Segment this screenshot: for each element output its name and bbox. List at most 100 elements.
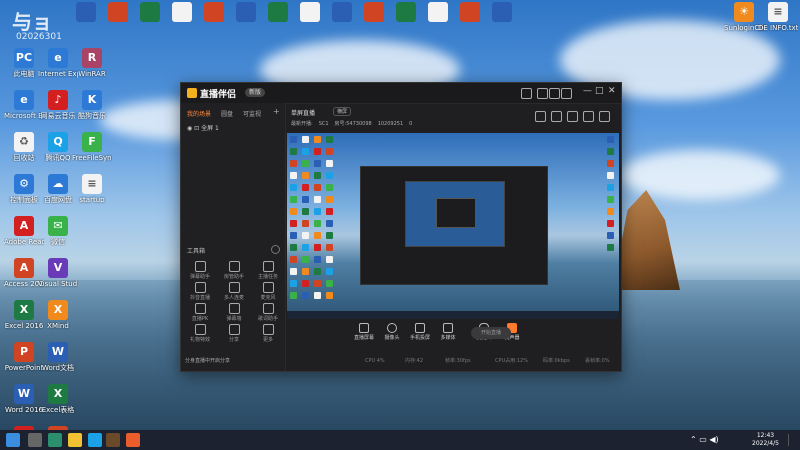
tool-item[interactable]: 更多 <box>251 324 285 350</box>
bell-icon[interactable] <box>583 111 594 122</box>
tool-icon <box>228 324 240 335</box>
desktop-icon[interactable]: ≡ startup <box>72 172 112 218</box>
file-icon <box>428 2 448 22</box>
start-icon[interactable] <box>6 433 20 447</box>
desktop-icon[interactable]: F FreeFileSync <box>72 130 112 176</box>
preview-icon <box>607 208 614 215</box>
camera-button[interactable]: 摄像头 <box>379 323 405 342</box>
status-bitrate: 码率:0kbps <box>543 358 570 364</box>
tab-my-scenes[interactable]: 我的场景 <box>187 109 211 118</box>
start-live-button[interactable]: 开始直播 <box>471 327 511 339</box>
folder-icon[interactable] <box>68 433 82 447</box>
preview-icon <box>607 160 614 167</box>
toolbox-more-icon[interactable] <box>271 245 280 254</box>
preview-icon <box>302 148 309 155</box>
desktop-icon-glyph: X <box>14 300 34 320</box>
desktop-icon[interactable]: ✉ 微信 <box>38 214 78 260</box>
file-icon <box>204 2 224 22</box>
tool-item[interactable]: 礼物特效 <box>183 324 217 350</box>
desktop-icon[interactable]: X XMind <box>38 298 78 344</box>
scene-item[interactable]: ◉ ⊡ 全屏 1 <box>187 123 219 132</box>
store-icon[interactable] <box>88 433 102 447</box>
desktop-icon-label: DE INFO.txt <box>758 24 798 32</box>
preview-icon <box>314 280 321 287</box>
preview-nested-window <box>360 166 548 285</box>
file-icon <box>172 2 192 22</box>
tab-disk[interactable]: 圆盘 <box>221 109 233 118</box>
room-badge[interactable]: 横屏 <box>333 107 352 116</box>
desktop-icon-glyph: ♻ <box>14 132 34 152</box>
tool-item[interactable]: 分享 <box>217 324 251 350</box>
tool-label: 更多 <box>262 337 273 343</box>
preview-icon <box>290 208 297 215</box>
preview-icon <box>607 184 614 191</box>
preview-icon <box>607 136 614 143</box>
file-icon <box>140 2 160 22</box>
file-icon <box>268 2 288 22</box>
desktop-icon[interactable]: W Word文档 <box>38 340 78 386</box>
preview-icon <box>326 292 333 299</box>
message-icon[interactable] <box>549 88 560 99</box>
app-taskbar-icon[interactable] <box>126 433 140 447</box>
clock[interactable]: 12:43 2022/4/5 <box>752 432 779 448</box>
meta-label: 最新开播: <box>291 121 313 127</box>
desktop-icon[interactable]: K 酷狗音乐 <box>72 88 112 134</box>
layout-icon[interactable] <box>535 111 546 122</box>
screen-capture-button[interactable]: 直播屏幕 <box>351 323 377 342</box>
tab-monitor[interactable]: 可监视 <box>243 109 261 118</box>
preview-icon <box>302 208 309 215</box>
preview-icon <box>290 136 297 143</box>
record-icon[interactable] <box>551 111 562 122</box>
desktop-file-icon[interactable] <box>482 0 522 46</box>
live-preview[interactable] <box>287 133 619 319</box>
title-bar[interactable]: 直播伴侣 新版 — □ ✕ <box>181 83 621 104</box>
desktop-icon[interactable]: ≡ DE INFO.txt <box>758 0 798 46</box>
tool-icon <box>262 324 274 335</box>
app-name: 直播伴侣 <box>200 90 237 100</box>
meta-room-id: 房号:54730098 <box>334 121 372 127</box>
preview-icon <box>607 196 614 203</box>
file-icon <box>108 2 128 22</box>
maximize-button[interactable]: □ <box>595 86 604 96</box>
taskbar: ⌃ ▭ ◀) 12:43 2022/4/5 <box>0 430 800 450</box>
gear-icon[interactable] <box>599 111 610 122</box>
meta-number: 10209251 <box>377 121 404 127</box>
preview-icon <box>326 160 333 167</box>
tool-label: 多人连麦 <box>223 295 244 301</box>
search-icon[interactable] <box>28 433 42 447</box>
preview-icon <box>607 244 614 251</box>
edge-icon[interactable] <box>48 433 62 447</box>
media-button[interactable]: 多媒体 <box>435 323 461 342</box>
preview-icon <box>314 292 321 299</box>
desktop-icon-label: 微信 <box>51 238 65 246</box>
desktop-icon-glyph: P <box>14 342 34 362</box>
share-icon[interactable] <box>567 111 578 122</box>
tool-label: 麦克风 <box>260 295 276 301</box>
preview-icon <box>326 280 333 287</box>
preview-icon <box>302 172 309 179</box>
show-desktop-button[interactable] <box>788 434 797 446</box>
preview-icon <box>326 136 333 143</box>
desktop-icon-glyph: K <box>82 90 102 110</box>
desktop-icon-label: Visual Studio <box>38 280 78 288</box>
desktop-icon[interactable]: R WinRAR <box>72 46 112 92</box>
preview-icon <box>326 196 333 203</box>
live-companion-taskbar-icon[interactable] <box>106 433 120 447</box>
tool-icon <box>228 303 240 314</box>
desktop-icon[interactable]: X Excel表格 <box>38 382 78 428</box>
phone-cast-button[interactable]: 手机投屏 <box>407 323 433 342</box>
watermark-logo: 与ョ <box>12 10 52 34</box>
notification-icon[interactable] <box>537 88 548 99</box>
desktop-icon[interactable]: V Visual Studio <box>38 256 78 302</box>
preview-icon <box>290 172 297 179</box>
minimize-button[interactable]: — <box>583 86 592 96</box>
add-scene-icon[interactable]: + <box>273 107 280 116</box>
preview-icon <box>302 280 309 287</box>
close-button[interactable]: ✕ <box>608 86 616 96</box>
preview-icon <box>326 244 333 251</box>
version-badge[interactable]: 新版 <box>245 88 266 97</box>
settings-icon[interactable] <box>561 88 572 99</box>
tray-icons[interactable]: ⌃ ▭ ◀) <box>690 435 719 444</box>
avatar-icon[interactable] <box>521 88 532 99</box>
preview-icon <box>302 184 309 191</box>
